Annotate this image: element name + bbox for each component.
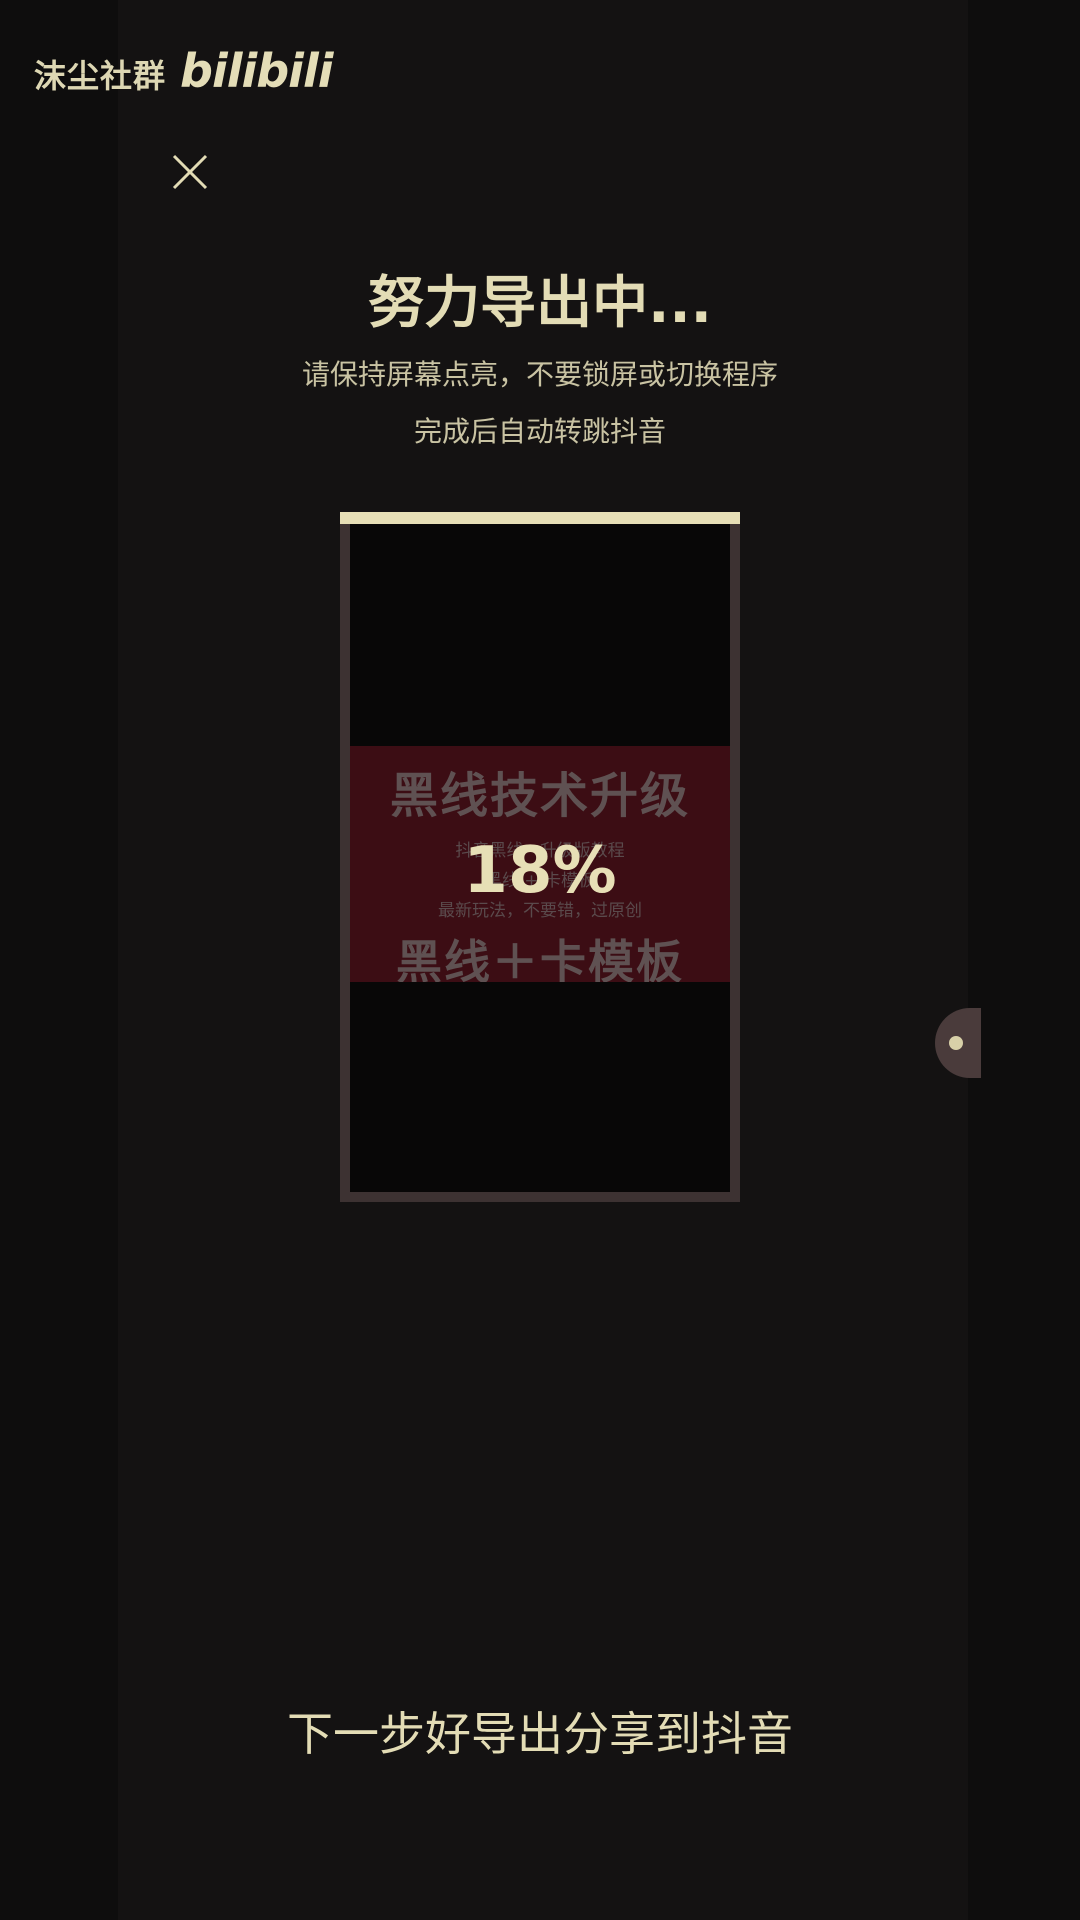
- preview-video-title: 黑线技术升级: [389, 768, 690, 824]
- export-progress-bar: [340, 512, 740, 524]
- bilibili-logo: bilibili: [180, 44, 333, 98]
- export-subtitle: 请保持屏幕点亮，不要锁屏或切换程序: [301, 358, 778, 391]
- handle-dot-icon: [949, 1036, 963, 1050]
- progress-percent: 18%: [463, 834, 617, 908]
- preview-video-caption: 黑线＋卡模板: [396, 935, 684, 982]
- export-subtitle-secondary: 完成后自动转跳抖音: [413, 415, 666, 448]
- next-step-button[interactable]: 下一步好导出分享到抖音: [0, 1698, 1080, 1764]
- watermark-text: 沫尘社群: [34, 57, 167, 95]
- close-icon: [172, 154, 208, 190]
- export-progress-fill: [340, 512, 740, 524]
- export-title: 努力导出中...: [368, 271, 712, 336]
- close-button[interactable]: [168, 150, 212, 194]
- export-screen: 沫尘社群 bilibili 努力导出中... 请保持屏幕点亮，不要锁屏或切换程序…: [0, 0, 1080, 1920]
- video-preview: 黑线技术升级 抖音黑线 · 升级版教程 黑线 + 卡模板 最新玩法，不要错，过原…: [340, 512, 740, 1202]
- watermark: 沫尘社群 bilibili: [34, 44, 333, 98]
